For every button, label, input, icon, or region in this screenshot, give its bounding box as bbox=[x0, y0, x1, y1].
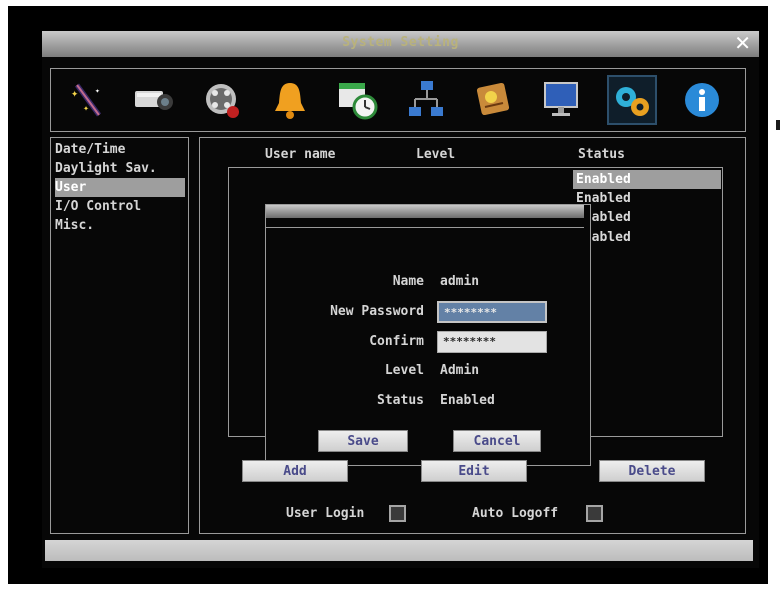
name-label: Name bbox=[392, 274, 424, 289]
header-user-name: User name bbox=[265, 147, 336, 162]
confirm-password-field[interactable]: ******** bbox=[437, 331, 547, 353]
user-login-label: User Login bbox=[286, 506, 365, 521]
user-row-status[interactable]: Enabled bbox=[573, 208, 721, 227]
window-title: System Setting bbox=[342, 35, 459, 50]
user-row-status[interactable]: Enabled bbox=[573, 228, 721, 247]
delete-button[interactable]: Delete bbox=[599, 460, 705, 482]
dialog-title-bar bbox=[266, 205, 584, 218]
level-label: Level bbox=[384, 363, 424, 378]
system-icon[interactable] bbox=[607, 75, 657, 125]
sidebar: Date/Time Daylight Sav. User I/O Control… bbox=[50, 137, 189, 534]
user-row-status[interactable]: Enabled bbox=[573, 189, 721, 208]
header-level: Level bbox=[416, 147, 456, 162]
category-toolbar: ✦ ✦ ✦ bbox=[50, 68, 746, 132]
status-bar bbox=[45, 540, 753, 561]
user-row-status[interactable]: Enabled bbox=[573, 170, 721, 189]
sidebar-item-user[interactable]: User bbox=[55, 178, 185, 197]
svg-text:✦: ✦ bbox=[71, 86, 78, 100]
sidebar-item-misc[interactable]: Misc. bbox=[55, 216, 185, 235]
name-value: admin bbox=[440, 274, 480, 289]
edit-user-dialog: Name admin New Password ******** Confirm… bbox=[265, 204, 591, 466]
status-label: Status bbox=[377, 393, 424, 408]
sidebar-item-daylight-saving[interactable]: Daylight Sav. bbox=[55, 159, 185, 178]
svg-text:✦: ✦ bbox=[95, 86, 100, 95]
record-icon[interactable] bbox=[199, 77, 245, 123]
confirm-label: Confirm bbox=[369, 334, 424, 349]
camera-icon[interactable] bbox=[131, 77, 177, 123]
auto-logoff-checkbox[interactable] bbox=[586, 505, 603, 522]
edit-button[interactable]: Edit bbox=[421, 460, 527, 482]
system-setting-window: System Setting ✕ ✦ ✦ ✦ Date/Time Dayligh… bbox=[42, 31, 759, 568]
sidebar-item-date-time[interactable]: Date/Time bbox=[55, 140, 185, 159]
edge-mark bbox=[776, 120, 780, 130]
divider bbox=[266, 227, 584, 228]
display-icon[interactable] bbox=[539, 77, 585, 123]
status-value: Enabled bbox=[440, 393, 495, 408]
user-panel: User name Level Status Enabled Enabled E… bbox=[199, 137, 746, 534]
event-icon[interactable] bbox=[471, 77, 517, 123]
new-password-label: New Password bbox=[330, 304, 424, 319]
auto-logoff-label: Auto Logoff bbox=[472, 506, 559, 521]
close-icon[interactable]: ✕ bbox=[734, 33, 751, 53]
alarm-icon[interactable] bbox=[267, 77, 313, 123]
add-button[interactable]: Add bbox=[242, 460, 348, 482]
header-status: Status bbox=[578, 147, 625, 162]
save-button[interactable]: Save bbox=[318, 430, 408, 452]
level-value: Admin bbox=[440, 363, 480, 378]
wizard-icon[interactable]: ✦ ✦ ✦ bbox=[65, 77, 111, 123]
sidebar-item-io-control[interactable]: I/O Control bbox=[55, 197, 185, 216]
cancel-button[interactable]: Cancel bbox=[453, 430, 541, 452]
network-icon[interactable] bbox=[403, 77, 449, 123]
user-list[interactable]: Enabled Enabled Enabled Enabled Name adm… bbox=[228, 167, 723, 466]
info-icon[interactable] bbox=[679, 77, 725, 123]
title-bar: System Setting ✕ bbox=[42, 31, 759, 57]
new-password-field[interactable]: ******** bbox=[437, 301, 547, 323]
user-login-checkbox[interactable] bbox=[389, 505, 406, 522]
svg-text:✦: ✦ bbox=[83, 103, 89, 114]
schedule-icon[interactable] bbox=[335, 77, 381, 123]
